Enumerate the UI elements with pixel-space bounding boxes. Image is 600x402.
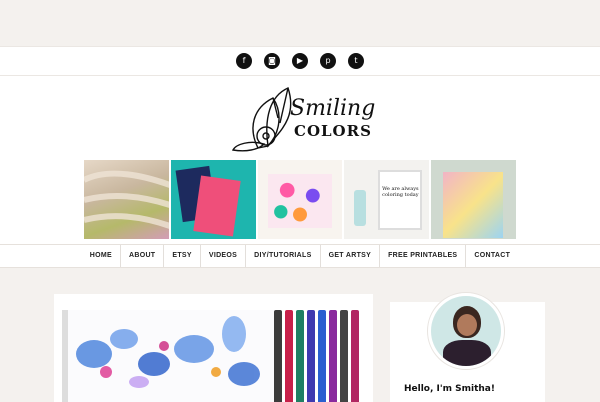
featured-post-image[interactable] xyxy=(54,294,373,402)
social-bar: f ◙ ▶ p t xyxy=(0,46,600,75)
main-nav: HOME ABOUT ETSY VIDEOS DIY/TUTORIALS GET… xyxy=(0,244,600,268)
logo-wordmark[interactable]: Smiling COLORS xyxy=(290,96,376,141)
pinterest-icon[interactable]: p xyxy=(320,53,336,69)
site-header: Smiling COLORS We are always coloring to… xyxy=(0,75,600,244)
nav-contact[interactable]: CONTACT xyxy=(466,245,518,267)
twitter-icon[interactable]: t xyxy=(348,53,364,69)
banner-photo-notebooks xyxy=(170,160,256,239)
main-content: Hello, I'm Smitha! xyxy=(0,268,600,402)
nav-etsy[interactable]: ETSY xyxy=(164,245,201,267)
nav-home[interactable]: HOME xyxy=(82,245,121,267)
header-banner: We are always coloring today xyxy=(84,160,516,239)
top-strip xyxy=(0,0,600,46)
banner-photo-yarn xyxy=(84,160,169,239)
nav-free-printables[interactable]: FREE PRINTABLES xyxy=(380,245,467,267)
author-avatar[interactable] xyxy=(427,292,505,370)
pens-group xyxy=(274,310,359,402)
frame-lettering: We are always coloring today xyxy=(378,170,423,230)
banner-photo-ganesha xyxy=(431,160,516,239)
sidebar-greeting: Hello, I'm Smitha! xyxy=(404,384,495,394)
logo-line-2: COLORS xyxy=(294,122,372,140)
banner-photo-frame: We are always coloring today xyxy=(344,160,430,239)
logo-line-1: Smiling xyxy=(290,96,376,121)
about-sidebar: Hello, I'm Smitha! xyxy=(390,292,545,402)
instagram-icon[interactable]: ◙ xyxy=(264,53,280,69)
nav-get-artsy[interactable]: GET ARTSY xyxy=(321,245,381,267)
youtube-icon[interactable]: ▶ xyxy=(292,53,308,69)
facebook-icon[interactable]: f xyxy=(236,53,252,69)
banner-photo-florals xyxy=(257,160,343,239)
nav-diy-tutorials[interactable]: DIY/TUTORIALS xyxy=(246,245,321,267)
nav-about[interactable]: ABOUT xyxy=(121,245,165,267)
yarn-graphic xyxy=(84,170,169,229)
nav-videos[interactable]: VIDEOS xyxy=(201,245,247,267)
